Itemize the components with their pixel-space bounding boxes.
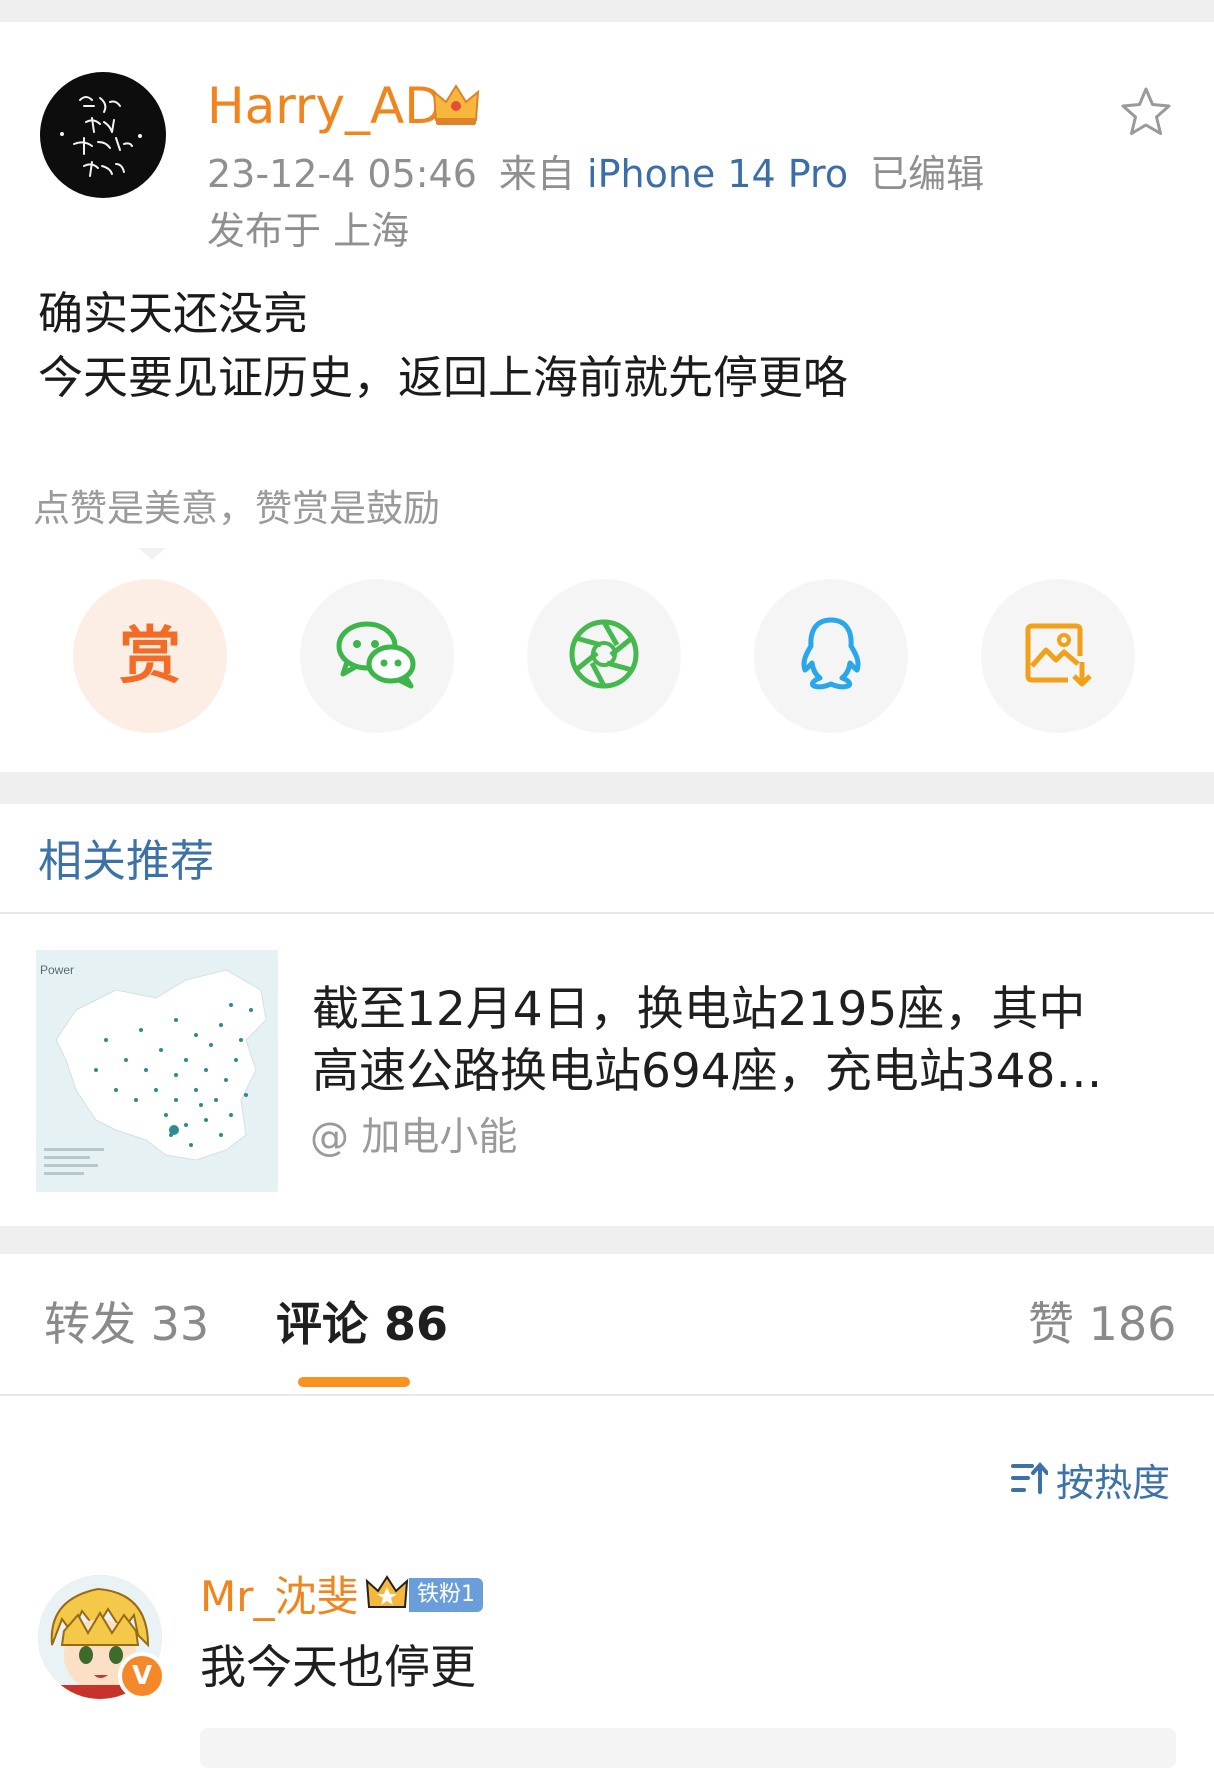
top-gap — [0, 0, 1214, 22]
post-body-line-1: 确实天还没亮 — [38, 287, 309, 340]
save-image-button[interactable] — [981, 579, 1135, 733]
reward-tip: 点赞是美意，赞赏是鼓励 — [33, 487, 440, 530]
comment-replies-box[interactable] — [200, 1728, 1176, 1768]
wechat-icon — [335, 618, 419, 694]
post-edited-label[interactable]: 已编辑 — [870, 152, 984, 196]
fan-crown-icon — [365, 1573, 409, 1617]
related-text-line-1[interactable]: 截至12月4日，换电站2195座，其中 — [312, 979, 1085, 1041]
fan-badge-label: 铁粉1 — [409, 1578, 483, 1612]
post-body-line-2: 今天要见证历史，返回上海前就先停更咯 — [38, 351, 849, 404]
post-from-label: 来自 — [498, 152, 575, 196]
reward-button[interactable]: 赏 — [73, 579, 227, 733]
tabs-divider — [0, 1394, 1214, 1396]
section-gap-1 — [0, 772, 1214, 804]
related-source[interactable]: @ 加电小能 — [310, 1110, 517, 1166]
tab-reposts[interactable]: 转发 33 — [44, 1292, 209, 1356]
active-tab-indicator — [298, 1377, 410, 1387]
post-time: 23-12-4 05:46 — [207, 152, 477, 196]
sort-label: 按热度 — [1056, 1461, 1171, 1505]
commenter-name[interactable]: Mr_沈斐 — [200, 1567, 359, 1627]
post-device-link[interactable]: iPhone 14 Pro — [587, 152, 848, 196]
member-crown-icon[interactable] — [430, 80, 482, 128]
qq-icon — [796, 614, 866, 698]
share-moments-button[interactable] — [527, 579, 681, 733]
save-image-icon — [1022, 618, 1094, 694]
reward-label: 赏 — [118, 619, 181, 692]
post-location: 发布于 上海 — [207, 209, 410, 253]
related-text-line-2[interactable]: 高速公路换电站694座，充电站348… — [312, 1041, 1102, 1103]
post-meta: 23-12-4 05:46 来自 iPhone 14 Pro 已编辑 — [207, 146, 984, 202]
related-thumbnail[interactable]: Power — [36, 950, 278, 1192]
tab-likes[interactable]: 赞 186 — [1028, 1292, 1176, 1356]
section-gap-2 — [0, 1226, 1214, 1254]
sort-icon — [1010, 1453, 1049, 1513]
moments-icon — [567, 617, 641, 695]
author-name[interactable]: Harry_AD — [207, 72, 443, 140]
fan-badge[interactable]: 铁粉1 — [365, 1575, 483, 1615]
share-wechat-button[interactable] — [300, 579, 454, 733]
tab-comments[interactable]: 评论 86 — [276, 1292, 448, 1356]
share-qq-button[interactable] — [754, 579, 908, 733]
related-divider — [0, 912, 1214, 914]
comment-text: 我今天也停更 — [200, 1640, 476, 1694]
verified-badge-icon: V — [118, 1652, 166, 1700]
related-title: 相关推荐 — [38, 836, 214, 887]
tip-arrow — [138, 548, 166, 560]
thumbnail-label: Power — [40, 963, 74, 977]
favorite-star-icon[interactable] — [1118, 84, 1174, 140]
author-avatar[interactable] — [40, 72, 166, 198]
sort-button[interactable]: 按热度 — [1010, 1453, 1170, 1513]
